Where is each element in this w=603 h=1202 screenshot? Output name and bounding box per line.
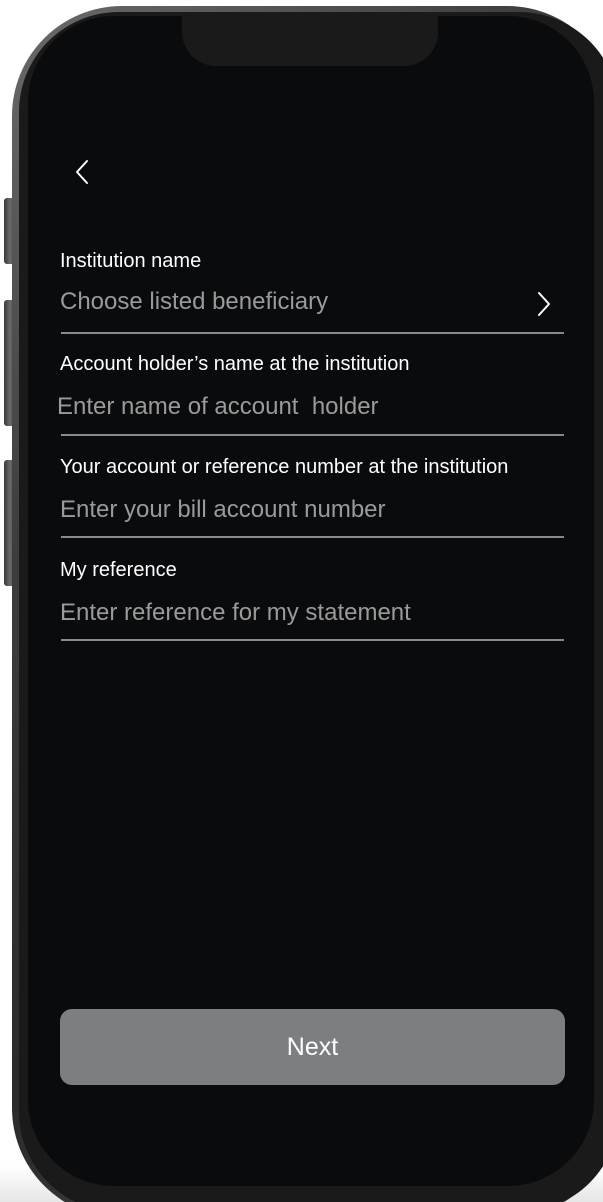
account-holder-input[interactable]: [57, 389, 561, 425]
account-holder-field: Account holder’s name at the institution: [57, 353, 564, 439]
my-reference-divider: [61, 639, 564, 641]
app-screen: Institution name Choose listed beneficia…: [28, 16, 594, 1186]
notch: [182, 16, 438, 66]
account-holder-label: Account holder’s name at the institution: [60, 353, 410, 375]
my-reference-input[interactable]: [60, 595, 564, 631]
institution-label: Institution name: [60, 250, 202, 272]
institution-field[interactable]: Institution name Choose listed beneficia…: [60, 250, 564, 336]
chevron-right-icon[interactable]: [534, 290, 554, 318]
account-number-field: Your account or reference number at the …: [60, 456, 564, 542]
my-reference-field: My reference: [60, 559, 564, 645]
my-reference-label: My reference: [60, 559, 177, 581]
chevron-left-icon: [76, 160, 88, 184]
account-number-input[interactable]: [60, 492, 564, 528]
next-button[interactable]: Next: [60, 1009, 565, 1085]
institution-select-value[interactable]: Choose listed beneficiary: [60, 288, 328, 316]
account-number-divider: [61, 536, 564, 538]
back-button[interactable]: [64, 152, 100, 192]
device-mockup: Institution name Choose listed beneficia…: [0, 0, 603, 1202]
account-number-label: Your account or reference number at the …: [60, 456, 509, 478]
account-holder-divider: [61, 434, 564, 436]
institution-divider: [61, 332, 564, 334]
